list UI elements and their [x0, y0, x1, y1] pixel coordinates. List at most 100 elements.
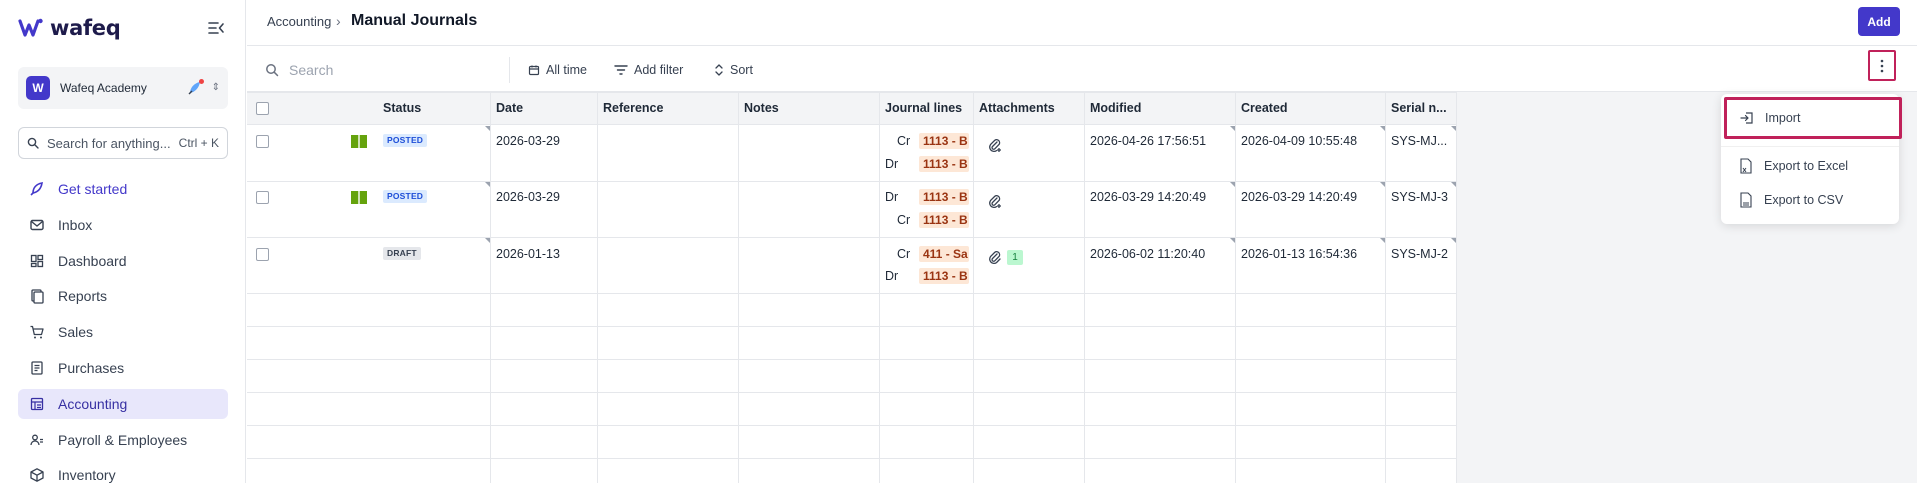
created-cell: 2026-01-13 16:54:36 — [1241, 247, 1358, 261]
sidebar-item-label: Get started — [58, 181, 128, 197]
sidebar-item-label: Inventory — [58, 467, 116, 483]
cell-corner-mark — [485, 126, 490, 131]
add-button[interactable]: Add — [1858, 7, 1900, 36]
column-header-notes[interactable]: Notes — [744, 101, 779, 115]
box-icon — [28, 466, 46, 483]
sidebar-item-label: Inbox — [58, 216, 93, 233]
sidebar-item-purchases[interactable]: Purchases — [18, 353, 228, 383]
sidebar-item-inventory[interactable]: Inventory — [18, 460, 228, 483]
sort-label: Sort — [730, 63, 753, 77]
sidebar-item-label: Payroll & Employees — [58, 431, 188, 448]
journal-line-side: Dr — [885, 269, 899, 283]
kebab-menu-icon — [1880, 59, 1884, 72]
cell-corner-mark — [485, 182, 490, 187]
add-attachment-icon[interactable] — [988, 193, 1002, 209]
cell-corner-mark — [1451, 126, 1456, 131]
paperclip-icon[interactable] — [988, 250, 1002, 266]
status-badge: POSTED — [383, 190, 428, 203]
column-header-serial-number[interactable]: Serial n... — [1391, 101, 1447, 115]
ledger-icon — [28, 395, 46, 413]
menu-item-export-csv[interactable]: Export to CSV — [1721, 185, 1899, 215]
journals-table: Status Date Reference Notes Journal line… — [247, 92, 1457, 483]
collapse-menu-icon — [208, 22, 224, 34]
table-search-input[interactable]: Search — [265, 59, 505, 81]
journal-line-account: 1113 - B — [919, 189, 969, 205]
column-header-created[interactable]: Created — [1241, 101, 1288, 115]
sort-button[interactable]: Sort — [714, 60, 753, 80]
sidebar-item-reports[interactable]: Reports — [18, 281, 228, 311]
row-checkbox[interactable] — [256, 248, 269, 261]
row-checkbox[interactable] — [256, 135, 269, 148]
sidebar-item-sales[interactable]: Sales — [18, 317, 228, 347]
cell-corner-mark — [1380, 126, 1385, 131]
excel-file-icon — [1739, 158, 1753, 174]
sidebar-item-inbox[interactable]: Inbox — [18, 210, 228, 240]
onboarding-rocket-icon[interactable] — [186, 79, 204, 97]
column-header-modified[interactable]: Modified — [1090, 101, 1141, 115]
row-divider — [247, 458, 1457, 459]
menu-item-import[interactable]: Import — [1724, 97, 1902, 139]
list-toolbar: Search All time Add filter Sort — [247, 47, 1917, 92]
created-cell: 2026-04-09 10:55:48 — [1241, 134, 1358, 148]
row-divider — [247, 425, 1457, 426]
cart-icon — [28, 323, 46, 341]
breadcrumb-accounting[interactable]: Accounting — [267, 14, 331, 29]
journal-line-side: Cr — [897, 213, 911, 227]
cell-corner-mark — [1451, 238, 1456, 243]
column-header-date[interactable]: Date — [496, 101, 523, 115]
table-search-placeholder: Search — [289, 62, 334, 78]
menu-item-label: Import — [1765, 111, 1801, 125]
add-filter-button[interactable]: Add filter — [614, 60, 683, 80]
column-header-status[interactable]: Status — [383, 101, 421, 115]
select-all-checkbox[interactable] — [256, 102, 269, 115]
sort-icon — [714, 64, 724, 76]
calendar-icon — [528, 64, 540, 76]
sidebar-item-payroll-employees[interactable]: Payroll & Employees — [18, 425, 228, 455]
column-header-attachments[interactable]: Attachments — [979, 101, 1055, 115]
row-divider — [247, 293, 1457, 294]
search-icon — [27, 137, 39, 149]
sidebar-item-dashboard[interactable]: Dashboard — [18, 246, 228, 276]
status-badge: DRAFT — [383, 247, 421, 260]
sidebar-item-get-started[interactable]: Get started — [18, 174, 228, 204]
add-attachment-icon[interactable] — [988, 137, 1002, 153]
column-header-reference[interactable]: Reference — [603, 101, 663, 115]
organization-switcher[interactable]: W Wafeq Academy ⇕ — [18, 67, 228, 109]
reports-icon — [28, 287, 46, 305]
journal-line-account: 1113 - B — [919, 268, 969, 284]
import-icon — [1740, 110, 1754, 126]
journal-line-side: Cr — [897, 247, 911, 261]
search-shortcut: Ctrl + K — [178, 136, 219, 150]
search-icon — [266, 64, 279, 77]
org-name: Wafeq Academy — [60, 81, 147, 95]
column-header-journal-lines[interactable]: Journal lines — [885, 101, 962, 115]
row-divider — [247, 359, 1457, 360]
date-cell: 2026-01-13 — [496, 247, 560, 261]
logo[interactable]: wafeq — [18, 16, 121, 40]
posted-book-icon — [351, 191, 367, 204]
notification-dot — [198, 79, 204, 84]
sidebar-item-accounting[interactable]: Accounting — [18, 388, 228, 419]
modified-cell: 2026-03-29 14:20:49 — [1090, 190, 1207, 204]
journal-line-side: Cr — [897, 134, 911, 148]
collapse-sidebar-button[interactable] — [206, 18, 226, 38]
global-search-input[interactable]: Search for anything... Ctrl + K — [18, 127, 228, 159]
status-badge: POSTED — [383, 134, 428, 147]
row-checkbox[interactable] — [256, 191, 269, 204]
menu-item-export-excel[interactable]: Export to Excel — [1721, 151, 1899, 181]
cell-corner-mark — [1380, 182, 1385, 187]
logo-text: wafeq — [50, 16, 121, 40]
dashboard-icon — [28, 252, 46, 270]
date-filter-button[interactable]: All time — [528, 60, 587, 80]
csv-file-icon — [1739, 192, 1753, 208]
modified-cell: 2026-06-02 11:20:40 — [1090, 247, 1206, 261]
more-options-button[interactable] — [1868, 50, 1896, 81]
menu-separator — [1721, 146, 1899, 147]
journal-line-account: 1113 - B — [919, 156, 969, 172]
cell-corner-mark — [1451, 182, 1456, 187]
serial-cell: SYS-MJ-3 — [1391, 190, 1448, 204]
sidebar-nav: Get started Inbox Dashboard Reports Sale… — [18, 174, 228, 483]
sidebar-item-label: Reports — [58, 288, 108, 305]
purchases-icon — [28, 359, 46, 377]
add-filter-label: Add filter — [634, 63, 684, 77]
